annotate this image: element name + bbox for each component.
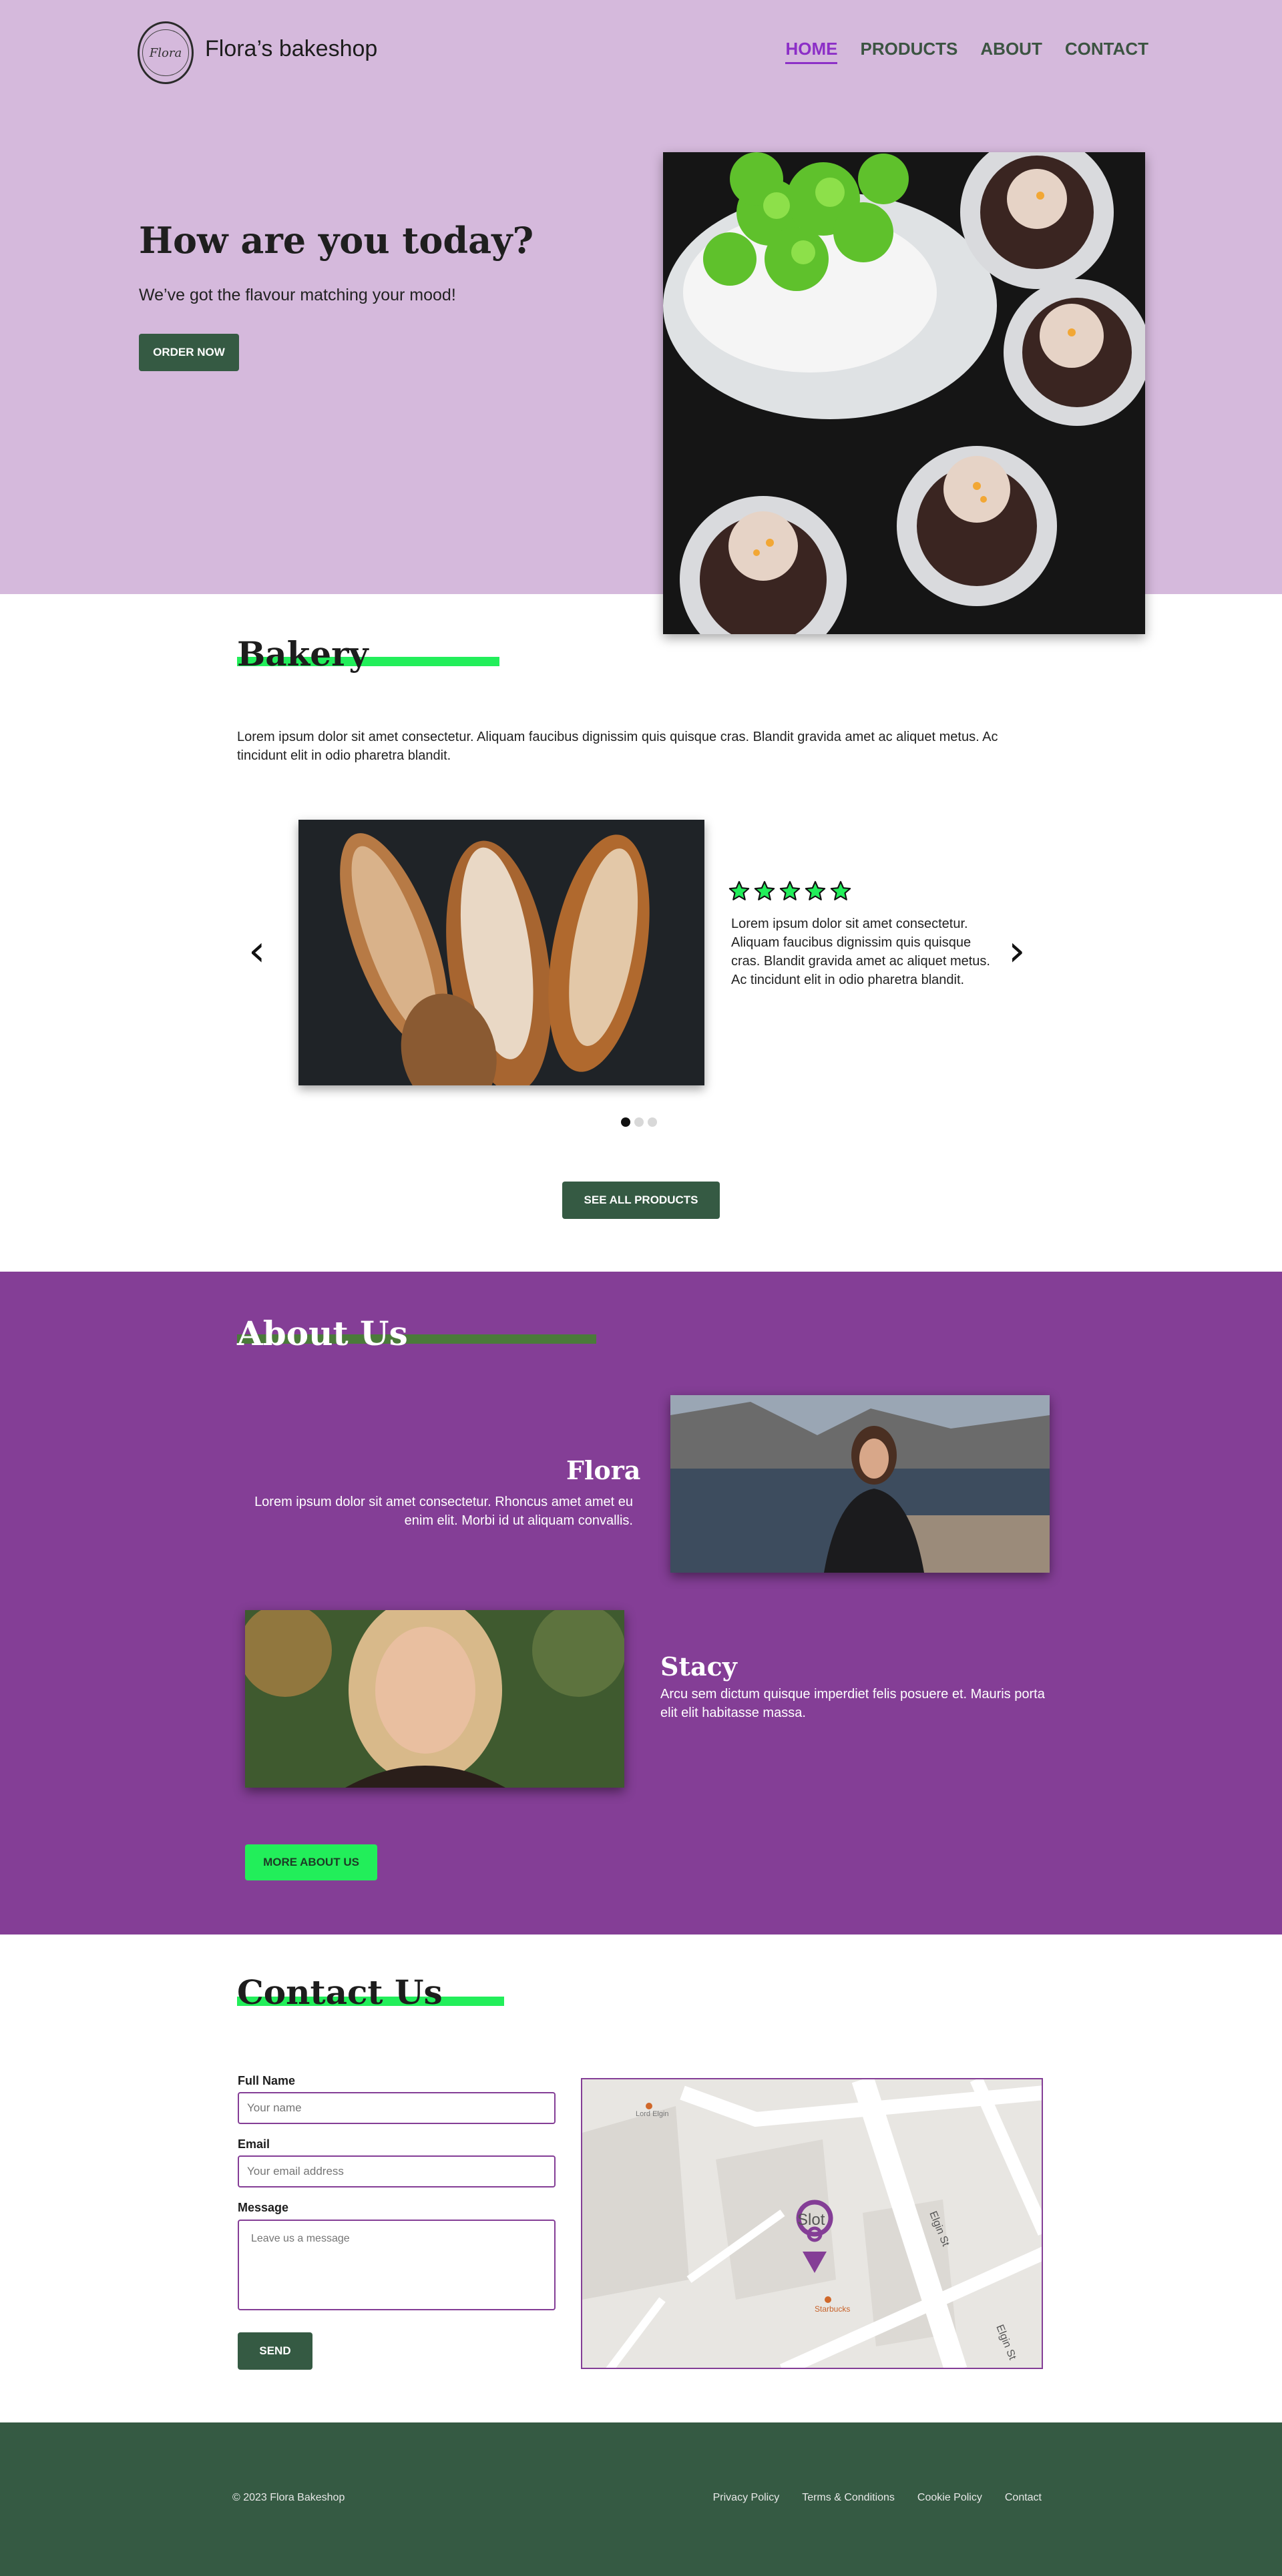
see-all-products-button[interactable]: SEE ALL PRODUCTS	[562, 1182, 720, 1219]
more-about-us-button[interactable]: MORE ABOUT US	[245, 1844, 377, 1880]
carousel-slide-image-bread	[298, 820, 704, 1085]
footer-link-contact[interactable]: Contact	[1005, 2492, 1042, 2504]
footer-links: Privacy Policy Terms & Conditions Cookie…	[713, 2492, 1042, 2504]
star-icon	[754, 880, 775, 900]
brand-name[interactable]: Flora’s bakeshop	[205, 36, 377, 62]
full-name-input[interactable]	[238, 2092, 556, 2124]
email-label: Email	[238, 2137, 270, 2151]
footer: © 2023 Flora Bakeshop Privacy Policy Ter…	[0, 2422, 1282, 2576]
star-icon	[728, 880, 750, 900]
carousel-dots	[621, 1117, 657, 1127]
logo-text: Flora	[149, 45, 182, 60]
message-textarea[interactable]	[238, 2220, 556, 2310]
about-heading: About Us	[237, 1314, 408, 1353]
contact-heading: Contact Us	[237, 1973, 443, 2012]
copyright: © 2023 Flora Bakeshop	[232, 2492, 345, 2503]
map-poi-label-2: Lord Elgin	[636, 2110, 669, 2118]
person-name-flora: Flora	[566, 1455, 641, 1485]
map-place-label: Slot	[797, 2211, 825, 2229]
carousel-dot[interactable]	[648, 1117, 657, 1127]
bakery-description: Lorem ipsum dolor sit amet consectetur. …	[237, 730, 998, 763]
hero-subtitle: We’ve got the flavour matching your mood…	[139, 286, 456, 304]
nav-products[interactable]: PRODUCTS	[860, 39, 957, 64]
bakery-heading: Bakery	[237, 634, 369, 674]
full-name-label: Full Name	[238, 2074, 296, 2087]
logo-ring: Flora	[142, 29, 189, 76]
person-name-stacy: Stacy	[660, 1651, 737, 1682]
stacy-photo-illustration	[245, 1610, 624, 1788]
carousel-dot[interactable]	[621, 1117, 630, 1127]
map-embed[interactable]: Slot Elgin St Elgin St Starbucks Lord El…	[581, 2078, 1043, 2369]
person-photo-stacy	[245, 1610, 624, 1788]
message-label: Message	[238, 2201, 289, 2214]
nav-about[interactable]: ABOUT	[980, 39, 1042, 64]
bread-illustration	[298, 820, 704, 1085]
rating-stars	[728, 880, 852, 903]
logo[interactable]: Flora	[138, 21, 194, 84]
order-now-button[interactable]: ORDER NOW	[139, 334, 239, 371]
page: Flora Flora’s bakeshop HOME PRODUCTS ABO…	[0, 0, 1282, 2576]
person-desc-flora: Lorem ipsum dolor sit amet consectetur. …	[254, 1495, 633, 1528]
footer-link-cookie[interactable]: Cookie Policy	[917, 2492, 982, 2504]
hero-image-cupcakes	[663, 152, 1145, 634]
review-text: Lorem ipsum dolor sit amet consectetur. …	[731, 917, 990, 987]
star-icon	[830, 880, 851, 900]
map-illustration: Slot Elgin St Elgin St Starbucks Lord El…	[582, 2079, 1042, 2368]
about-section	[0, 1272, 1282, 1935]
footer-link-terms[interactable]: Terms & Conditions	[802, 2492, 895, 2504]
person-desc-stacy: Arcu sem dictum quisque imperdiet felis …	[660, 1687, 1045, 1720]
cupcakes-illustration	[663, 152, 1145, 634]
star-icon	[779, 880, 801, 900]
carousel-next-icon[interactable]: ›	[1008, 927, 1026, 976]
map-poi-label: Starbucks	[815, 2304, 850, 2314]
star-icon	[805, 880, 826, 900]
main-nav: HOME PRODUCTS ABOUT CONTACT	[785, 39, 1148, 64]
email-input[interactable]	[238, 2155, 556, 2187]
carousel-prev-icon[interactable]: ‹	[248, 927, 266, 976]
carousel-dot[interactable]	[634, 1117, 644, 1127]
flora-photo-illustration	[670, 1395, 1050, 1573]
nav-home[interactable]: HOME	[785, 39, 838, 64]
footer-link-privacy[interactable]: Privacy Policy	[713, 2492, 780, 2504]
hero-title: How are you today?	[139, 219, 534, 262]
send-button[interactable]: SEND	[238, 2332, 312, 2370]
person-photo-flora	[670, 1395, 1050, 1573]
nav-contact[interactable]: CONTACT	[1065, 39, 1148, 64]
